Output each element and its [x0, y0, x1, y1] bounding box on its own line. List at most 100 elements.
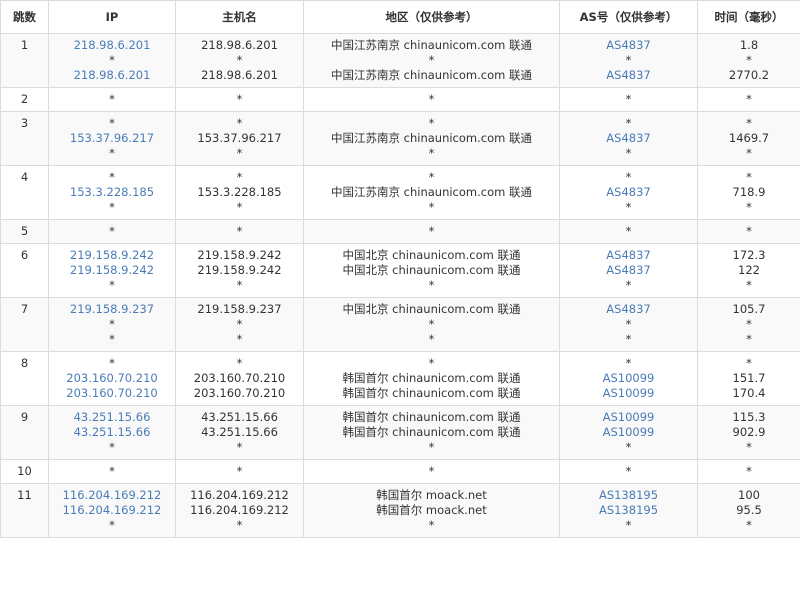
time-cell: 1.8 * 2770.2	[697, 33, 800, 88]
ip-value-link[interactable]: 43.251.15.66	[51, 410, 173, 425]
host-value: 43.251.15.66	[201, 425, 278, 439]
as-cell: * AS10099 AS10099	[559, 351, 698, 406]
time-value: 122	[738, 263, 760, 277]
as-value-link[interactable]: AS10099	[562, 410, 695, 425]
as-value-link[interactable]: AS138195	[562, 488, 695, 503]
table-row: 2 * * * * *	[0, 87, 800, 112]
ip-cell: 116.204.169.212 116.204.169.212 *	[48, 483, 176, 538]
hop-number: 3	[0, 111, 49, 166]
region-cell: 中国北京 chinaunicom.com 联通 * *	[303, 297, 560, 352]
column-header-as: AS号（仅供参考）	[559, 0, 698, 34]
table-row: 6 219.158.9.242 219.158.9.242 * 219.158.9.24…	[0, 243, 800, 298]
ip-value-link[interactable]: 153.3.228.185	[51, 185, 173, 200]
as-value-link[interactable]: AS4837	[562, 248, 695, 263]
ip-value: *	[109, 356, 115, 370]
time-value: *	[746, 356, 752, 370]
ip-value: *	[109, 200, 115, 214]
region-value: *	[428, 116, 435, 130]
as-value-link[interactable]: AS10099	[562, 386, 695, 401]
as-value: *	[625, 224, 632, 238]
time-value: *	[746, 317, 752, 331]
ip-cell: * 153.3.228.185 *	[48, 165, 176, 220]
column-header-host: 主机名	[175, 0, 304, 34]
as-cell: *	[559, 459, 698, 484]
ip-cell: *	[48, 87, 176, 112]
region-value: *	[428, 92, 435, 106]
as-value-link[interactable]: AS10099	[562, 371, 695, 386]
as-value: *	[625, 53, 632, 67]
ip-value-link[interactable]: 203.160.70.210	[51, 386, 173, 401]
ip-value-link[interactable]: 116.204.169.212	[51, 488, 173, 503]
ip-value-link[interactable]: 219.158.9.242	[51, 248, 173, 263]
time-value: 718.9	[732, 185, 766, 199]
host-value: 219.158.9.242	[197, 263, 282, 277]
region-value: 韩国首尔 chinaunicom.com 联通	[342, 410, 521, 424]
host-value: *	[236, 170, 243, 184]
host-value: *	[236, 356, 243, 370]
region-cell: 中国北京 chinaunicom.com 联通 中国北京 chinaunicom.…	[303, 243, 560, 298]
ip-value-link[interactable]: 219.158.9.242	[51, 263, 173, 278]
ip-value: *	[109, 53, 115, 67]
as-value-link[interactable]: AS10099	[562, 425, 695, 440]
host-value: 153.37.96.217	[197, 131, 282, 145]
region-value: *	[428, 440, 435, 454]
ip-value-link[interactable]: 218.98.6.201	[51, 38, 173, 53]
time-cell: * 718.9 *	[697, 165, 800, 220]
as-value: *	[625, 332, 632, 346]
ip-value: *	[109, 518, 115, 532]
region-value: *	[428, 170, 435, 184]
as-cell: AS10099 AS10099 *	[559, 405, 698, 460]
region-value: 中国江苏南京 chinaunicom.com 联通	[330, 38, 532, 52]
host-cell: * 153.37.96.217 *	[175, 111, 304, 166]
ip-value-link[interactable]: 219.158.9.237	[51, 302, 173, 317]
as-value-link[interactable]: AS4837	[562, 263, 695, 278]
ip-value-link[interactable]: 218.98.6.201	[51, 68, 173, 83]
host-value: *	[236, 224, 243, 238]
host-value: 218.98.6.201	[201, 68, 278, 82]
time-value: *	[746, 224, 752, 238]
time-value: *	[746, 116, 752, 130]
ip-cell: 219.158.9.242 219.158.9.242 *	[48, 243, 176, 298]
region-cell: 中国江苏南京 chinaunicom.com 联通 * 中国江苏南京 chinaun…	[303, 33, 560, 88]
table-row: 11 116.204.169.212 116.204.169.212 * 116.204…	[0, 483, 800, 538]
hop-number: 11	[0, 483, 49, 538]
region-value: *	[428, 317, 435, 331]
as-cell: AS4837 AS4837 *	[559, 243, 698, 298]
time-value: 100	[738, 488, 760, 502]
traceroute-table: 跳数 IP 主机名 地区（仅供参考） AS号（仅供参考） 时间（毫秒） 1 218…	[0, 0, 800, 538]
as-value: *	[625, 92, 632, 106]
time-value: 2770.2	[728, 68, 770, 82]
ip-value: *	[109, 440, 115, 454]
as-value-link[interactable]: AS138195	[562, 503, 695, 518]
time-value: 95.5	[736, 503, 762, 517]
host-cell: * 203.160.70.210 203.160.70.210	[175, 351, 304, 406]
host-value: *	[236, 440, 243, 454]
as-value: *	[625, 170, 632, 184]
ip-value: *	[109, 317, 115, 331]
as-value-link[interactable]: AS4837	[562, 185, 695, 200]
table-row: 10 * * * * *	[0, 459, 800, 484]
ip-value: *	[109, 92, 115, 106]
as-value-link[interactable]: AS4837	[562, 302, 695, 317]
as-value-link[interactable]: AS4837	[562, 68, 695, 83]
ip-value-link[interactable]: 43.251.15.66	[51, 425, 173, 440]
region-value: *	[428, 332, 435, 346]
time-value: *	[746, 278, 752, 292]
table-row: 9 43.251.15.66 43.251.15.66 * 43.251.15.66 43…	[0, 405, 800, 460]
ip-value: *	[109, 464, 115, 478]
host-cell: *	[175, 219, 304, 244]
hop-number: 6	[0, 243, 49, 298]
ip-value-link[interactable]: 203.160.70.210	[51, 371, 173, 386]
as-value-link[interactable]: AS4837	[562, 38, 695, 53]
ip-cell: *	[48, 219, 176, 244]
as-value: *	[625, 464, 632, 478]
host-value: *	[236, 464, 243, 478]
column-header-time: 时间（毫秒）	[697, 0, 800, 34]
time-value: 105.7	[732, 302, 766, 316]
ip-value-link[interactable]: 116.204.169.212	[51, 503, 173, 518]
as-value-link[interactable]: AS4837	[562, 131, 695, 146]
time-value: *	[746, 92, 752, 106]
host-value: 203.160.70.210	[193, 371, 286, 385]
region-value: *	[428, 464, 435, 478]
ip-value-link[interactable]: 153.37.96.217	[51, 131, 173, 146]
